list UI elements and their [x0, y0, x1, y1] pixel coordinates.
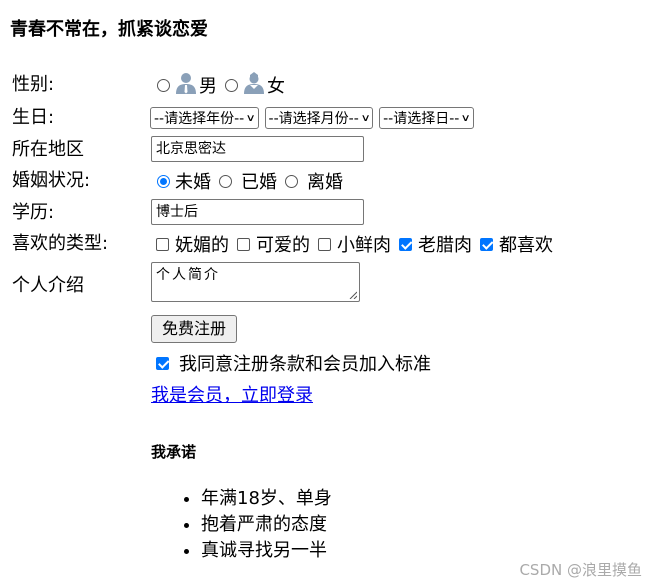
chevron-down-icon: ∨ [460, 112, 472, 124]
gender-male-radio[interactable] [157, 78, 170, 92]
register-button[interactable]: 免费注册 [151, 315, 238, 343]
marital-married-label: 已婚 [241, 172, 277, 193]
marital-single-label: 未婚 [175, 172, 211, 193]
marital-label: 婚姻状况: [12, 170, 91, 191]
list-item: 年满18岁、单身 [201, 486, 332, 512]
region-input[interactable]: 北京思密达 [151, 136, 364, 162]
promise-list: 年满18岁、单身 抱着严肃的态度 真诚寻找另一半 [151, 486, 332, 564]
marital-group: 未婚 已婚 离婚 [151, 168, 351, 194]
likes-cute-label: 可爱的 [256, 235, 310, 256]
likes-young-checkbox[interactable] [318, 237, 331, 251]
month-select-value: --请选择月份-- [268, 111, 359, 127]
promise-heading: 我承诺 [151, 443, 197, 461]
month-select[interactable]: --请选择月份-- ∨ [264, 107, 374, 129]
intro-textarea[interactable]: 个人简介 [151, 262, 360, 302]
chevron-down-icon: ∨ [245, 112, 257, 124]
gender-group: 男 女 [151, 71, 293, 99]
education-label: 学历: [12, 202, 55, 223]
agree-checkbox[interactable] [156, 356, 169, 370]
likes-charming-label: 妩媚的 [175, 235, 229, 256]
female-person-icon [243, 71, 265, 99]
resize-grip-icon[interactable] [349, 291, 357, 299]
chevron-down-icon: ∨ [360, 112, 371, 124]
likes-cute-checkbox[interactable] [237, 237, 250, 251]
login-link[interactable]: 我是会员，立即登录 [151, 381, 313, 407]
day-select-value: --请选择日-- [383, 111, 460, 127]
region-label: 所在地区 [12, 139, 84, 160]
intro-label: 个人介绍 [12, 275, 84, 296]
marital-divorced-radio[interactable] [285, 174, 298, 188]
likes-all-label: 都喜欢 [499, 235, 553, 256]
list-item: 抱着严肃的态度 [201, 512, 332, 538]
likes-group: 妩媚的 可爱的 小鲜肉 老腊肉 都喜欢 [151, 231, 561, 257]
marital-married-radio[interactable] [219, 174, 232, 188]
likes-label: 喜欢的类型: [12, 233, 109, 254]
marital-single-radio[interactable] [157, 174, 170, 188]
gender-label: 性别: [12, 74, 55, 95]
gender-female-label: 女 [267, 76, 285, 97]
year-select[interactable]: --请选择年份-- ∨ [150, 107, 259, 129]
year-select-value: --请选择年份-- [154, 111, 245, 127]
male-person-icon [175, 72, 197, 99]
day-select[interactable]: --请选择日-- ∨ [379, 107, 474, 129]
gender-female-radio[interactable] [225, 78, 238, 92]
page-title: 青春不常在，抓紧谈恋爱 [10, 19, 208, 40]
watermark: CSDN @浪里摸鱼 [519, 561, 642, 579]
likes-young-label: 小鲜肉 [337, 235, 391, 256]
birthday-group: --请选择年份-- ∨ --请选择月份-- ∨ --请选择日-- ∨ [150, 105, 480, 131]
agree-label: 我同意注册条款和会员加入标准 [179, 354, 431, 375]
likes-charming-checkbox[interactable] [156, 237, 169, 251]
marital-divorced-label: 离婚 [307, 172, 343, 193]
birthday-label: 生日: [12, 107, 55, 128]
likes-all-checkbox[interactable] [480, 237, 493, 251]
likes-mature-checkbox[interactable] [399, 237, 412, 251]
intro-textarea-value: 个人简介 [156, 267, 220, 283]
likes-mature-label: 老腊肉 [418, 235, 472, 256]
education-input[interactable]: 博士后 [151, 199, 364, 225]
agree-row: 我同意注册条款和会员加入标准 [151, 350, 431, 376]
gender-male-label: 男 [199, 76, 217, 97]
list-item: 真诚寻找另一半 [201, 538, 332, 564]
